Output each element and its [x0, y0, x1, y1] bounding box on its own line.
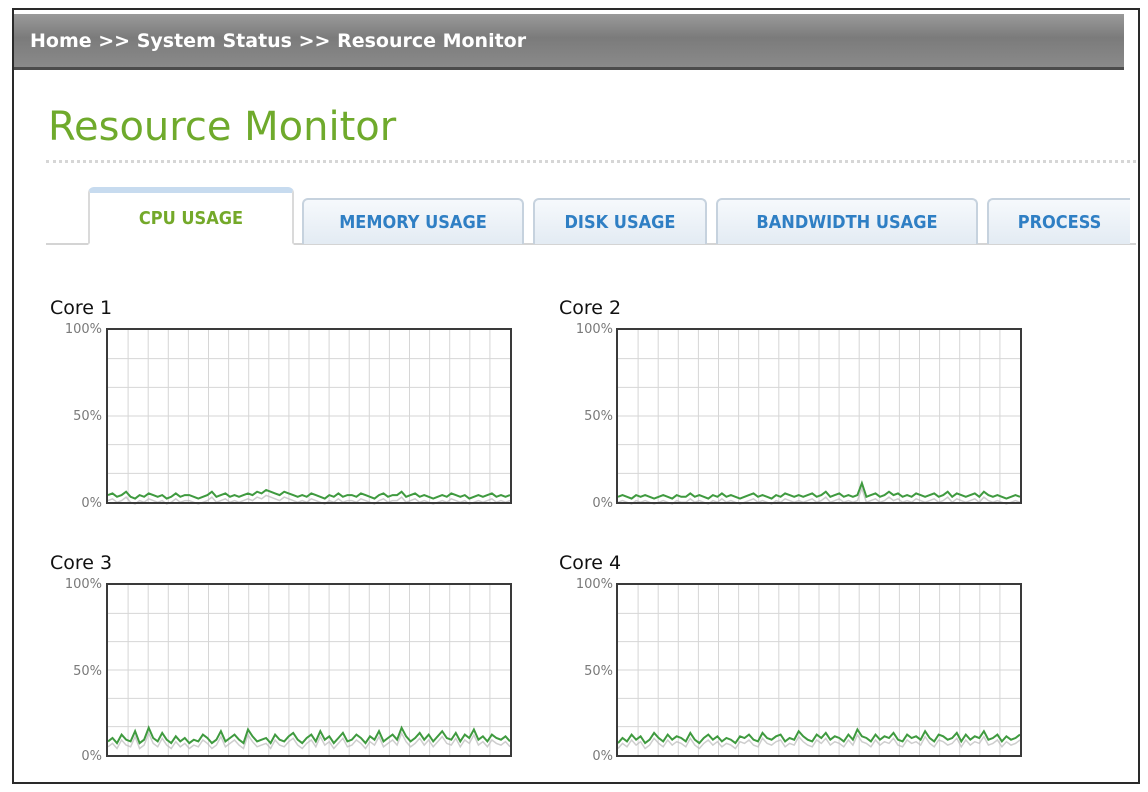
breadcrumb-separator: >>: [91, 29, 137, 52]
breadcrumb-separator: >>: [291, 29, 338, 52]
core-4-usage-chart: [616, 583, 1022, 757]
core-3-usage-chart: [106, 583, 512, 757]
y-tick-label: 100%: [575, 577, 613, 592]
tab-cpu-usage[interactable]: CPU USAGE: [88, 187, 294, 245]
breadcrumb-home-link[interactable]: Home: [30, 30, 92, 52]
page-title: Resource Monitor: [48, 104, 397, 150]
tab-disk-usage[interactable]: DISK USAGE: [533, 198, 707, 244]
y-tick-label: 50%: [73, 409, 102, 424]
title-divider: [46, 160, 1136, 163]
y-tick-label: 100%: [64, 322, 102, 337]
core-title: Core 3: [50, 552, 113, 574]
breadcrumb: Home >> System Status >> Resource Monito…: [14, 14, 1124, 70]
core-title: Core 1: [50, 297, 113, 319]
y-tick-label: 0%: [81, 749, 102, 764]
tab-memory-usage[interactable]: MEMORY USAGE: [302, 198, 524, 244]
y-tick-label: 0%: [81, 496, 102, 511]
core-title: Core 4: [559, 552, 622, 574]
y-tick-label: 0%: [592, 496, 613, 511]
tab-bandwidth-usage[interactable]: BANDWIDTH USAGE: [716, 198, 978, 244]
y-tick-label: 100%: [64, 577, 102, 592]
y-tick-label: 50%: [584, 664, 613, 679]
breadcrumb-current-page: Resource Monitor: [337, 29, 527, 52]
y-tick-label: 100%: [575, 322, 613, 337]
y-tick-label: 50%: [73, 664, 102, 679]
core-title: Core 2: [559, 297, 622, 319]
y-tick-label: 50%: [584, 409, 613, 424]
core-1-usage-chart: [106, 328, 512, 505]
y-tick-label: 0%: [592, 749, 613, 764]
breadcrumb-system-status-link[interactable]: System Status: [137, 30, 292, 52]
core-2-usage-chart: [616, 328, 1022, 505]
tab-process[interactable]: PROCESS: [987, 198, 1130, 244]
